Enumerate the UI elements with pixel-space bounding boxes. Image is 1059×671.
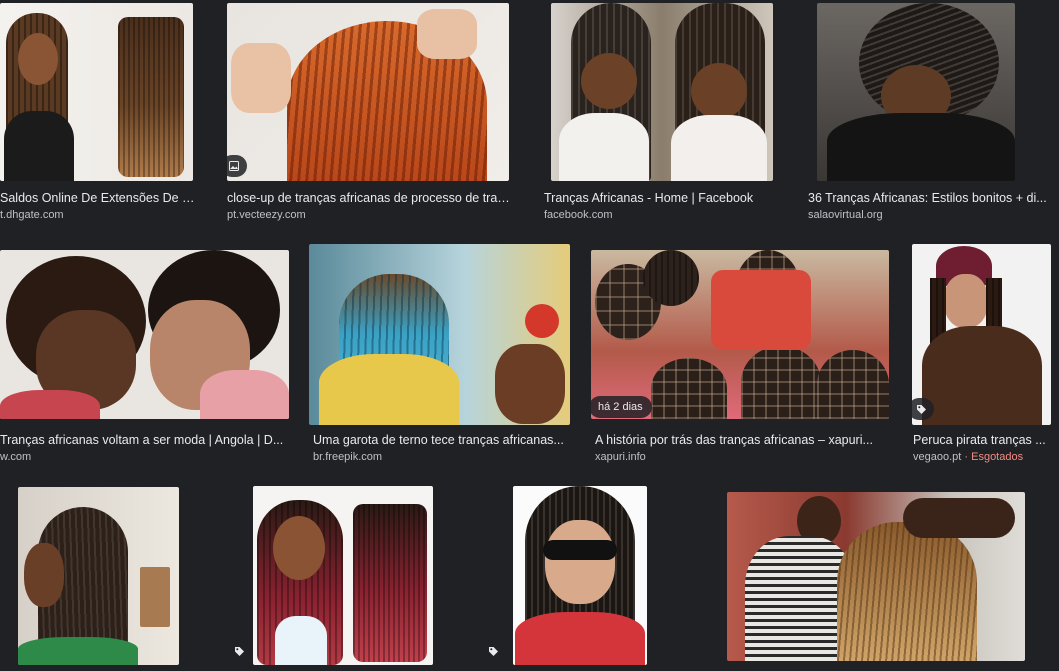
result-title-6[interactable]: Uma garota de terno tece tranças african… [313,432,568,448]
result-title-3[interactable]: Tranças Africanas - Home | Facebook [544,190,776,206]
result-source-5: w.com [0,451,32,463]
result-source-6: br.freepik.com [313,451,383,463]
result-image-1[interactable] [0,3,193,181]
result-image-3[interactable] [551,3,773,181]
result-source-8-domain: vegaoo.pt [913,451,962,463]
result-image-8[interactable] [912,244,1051,425]
result-image-2[interactable] [227,3,509,181]
result-title-4[interactable]: 36 Tranças Africanas: Estilos bonitos + … [808,190,1059,206]
soldout-status: · Esgotados [964,451,1024,463]
result-source-2: pt.vecteezy.com [227,209,306,221]
result-source-4: salaovirtual.org [808,209,883,221]
result-image-10[interactable] [253,486,433,665]
result-title-8[interactable]: Peruca pirata tranças ... [913,432,1057,448]
result-image-9[interactable] [18,487,179,665]
tag-icon [912,398,934,420]
result-source-7: xapuri.info [595,451,646,463]
result-image-12[interactable] [727,492,1025,661]
result-title-1[interactable]: Saldos Online De Extensões De Ca... [0,190,195,206]
result-title-5[interactable]: Tranças africanas voltam a ser moda | An… [0,432,290,448]
date-badge: há 2 dias [591,396,652,418]
result-image-6[interactable] [309,244,570,425]
result-source-1: t.dhgate.com [0,209,64,221]
result-title-7[interactable]: A história por trás das tranças africana… [595,432,887,448]
result-image-7[interactable]: há 2 dias [591,250,889,419]
result-source-3: facebook.com [544,209,613,221]
result-image-5[interactable] [0,250,289,419]
tag-icon [480,640,506,662]
result-source-8: vegaoo.pt · Esgotados [913,450,1057,464]
result-title-2[interactable]: close-up de tranças africanas de process… [227,190,512,206]
result-image-4[interactable] [817,3,1015,181]
tag-icon [226,640,252,662]
result-image-11[interactable] [513,486,647,665]
